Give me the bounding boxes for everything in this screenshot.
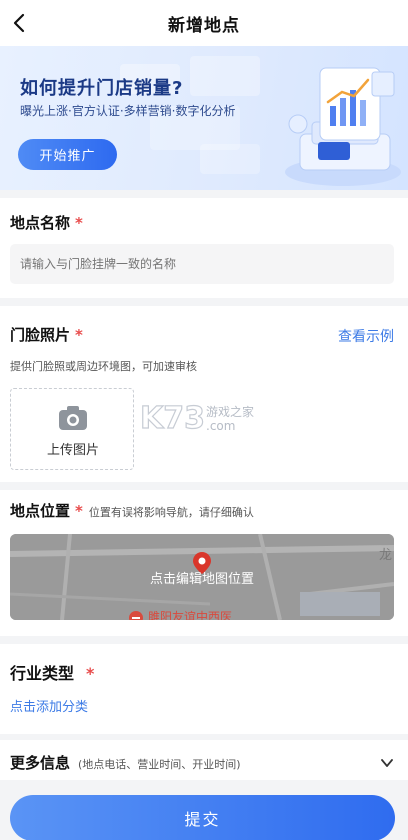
place-location-label-text: 地点位置 <box>10 502 71 520</box>
place-name-section: 地点名称 * <box>0 198 408 298</box>
promo-banner[interactable]: 如何提升门店销量? 曝光上涨·官方认证·多样营销·数字化分析 开始推广 <box>0 46 408 190</box>
add-category-link[interactable]: 点击添加分类 <box>10 696 88 715</box>
place-name-label: 地点名称 * <box>10 212 83 233</box>
place-location-label: 地点位置 * 位置有误将影响导航，请仔细确认 <box>10 500 254 521</box>
place-location-section: 地点位置 * 位置有误将影响导航，请仔细确认 点击编辑地图位置 雎阳友谊中西医 龙 <box>0 490 408 636</box>
camera-icon <box>59 406 87 430</box>
bottom-action-bar: 提交 <box>0 780 408 840</box>
industry-type-label: 行业类型 * <box>10 660 94 684</box>
place-name-input[interactable] <box>10 244 394 284</box>
location-hint-text: 位置有误将影响导航，请仔细确认 <box>88 506 254 519</box>
map-preview[interactable]: 点击编辑地图位置 雎阳友谊中西医 龙 <box>10 534 394 620</box>
start-promotion-button[interactable]: 开始推广 <box>18 139 117 170</box>
banner-subtitle: 曝光上涨·官方认证·多样营销·数字化分析 <box>20 104 236 118</box>
place-name-label-text: 地点名称 <box>10 214 71 232</box>
map-corner-label: 龙 <box>378 548 392 563</box>
poi-label: 雎阳友谊中西医 <box>148 610 233 620</box>
more-info-hint: (地点电话、营业时间、开业时间) <box>78 758 241 771</box>
svg-text:.com: .com <box>206 419 235 433</box>
storefront-photo-label-text: 门脸照片 <box>10 326 71 344</box>
photo-hint-text: 提供门脸照或周边环境图，可加速审核 <box>10 360 197 373</box>
svg-text:游戏之家: 游戏之家 <box>206 404 254 419</box>
upload-image-label: 上传图片 <box>46 443 99 458</box>
storefront-photo-label: 门脸照片 * <box>10 324 83 345</box>
edit-map-location-text: 点击编辑地图位置 <box>149 572 254 587</box>
more-info-label: 更多信息 (地点电话、营业时间、开业时间) <box>10 752 241 773</box>
chevron-down-icon[interactable] <box>380 756 394 770</box>
industry-type-label-text: 行业类型 <box>10 664 75 683</box>
nav-bar: 新增地点 <box>0 0 408 46</box>
k73-watermark-logo: K73 游戏之家 .com <box>140 400 254 436</box>
banner-title: 如何提升门店销量? <box>20 78 184 99</box>
submit-button[interactable]: 提交 <box>10 795 395 840</box>
storefront-photo-section: 门脸照片 * 查看示例 提供门脸照或周边环境图，可加速审核 上传图片 <box>0 306 408 482</box>
poi-marker-icon <box>129 611 143 620</box>
required-mark: * <box>86 664 95 683</box>
svg-text:K73: K73 <box>140 401 205 436</box>
industry-type-section: 行业类型 * 点击添加分类 <box>0 644 408 734</box>
more-info-label-text: 更多信息 <box>10 754 71 772</box>
back-arrow-icon[interactable] <box>8 11 32 35</box>
upload-image-button[interactable]: 上传图片 <box>10 388 134 470</box>
required-mark: * <box>75 502 83 520</box>
page-title: 新增地点 <box>168 15 240 36</box>
required-mark: * <box>75 326 83 344</box>
analytics-illustration-icon <box>285 67 401 186</box>
view-example-link[interactable]: 查看示例 <box>338 326 394 346</box>
required-mark: * <box>75 214 83 232</box>
